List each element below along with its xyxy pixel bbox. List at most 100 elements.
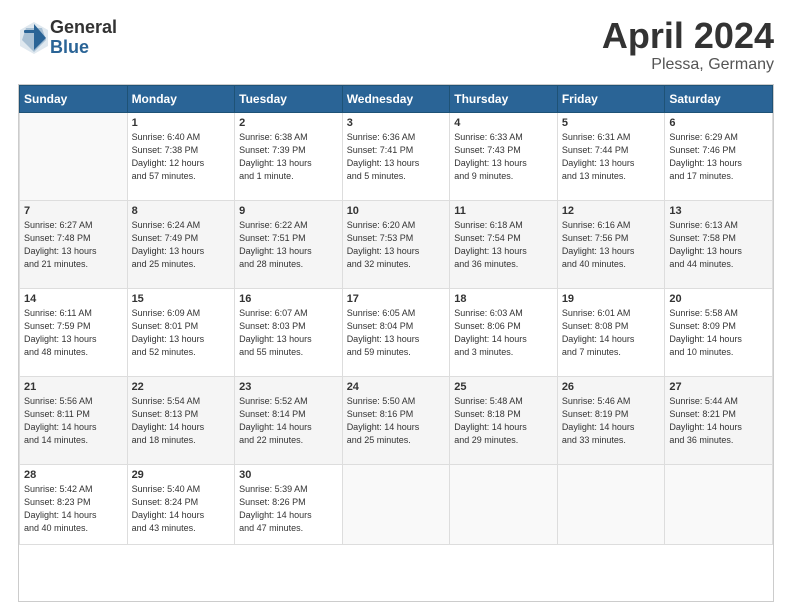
day-info: Sunrise: 6:33 AM Sunset: 7:43 PM Dayligh… [454, 131, 553, 183]
calendar-cell [450, 465, 558, 545]
day-info: Sunrise: 6:27 AM Sunset: 7:48 PM Dayligh… [24, 219, 123, 271]
calendar-cell: 25 Sunrise: 5:48 AM Sunset: 8:18 PM Dayli… [450, 377, 558, 465]
calendar-week-row: 28 Sunrise: 5:42 AM Sunset: 8:23 PM Dayli… [20, 465, 773, 545]
calendar-cell: 29 Sunrise: 5:40 AM Sunset: 8:24 PM Dayli… [127, 465, 235, 545]
calendar-cell: 10Sunrise: 6:20 AM Sunset: 7:53 PM Dayli… [342, 201, 450, 289]
day-number: 15 [132, 293, 231, 305]
calendar-cell: 1 Sunrise: 6:40 AM Sunset: 7:38 PM Daylig… [127, 113, 235, 201]
calendar-cell: 20Sunrise: 5:58 AM Sunset: 8:09 PM Dayli… [665, 289, 773, 377]
header-saturday: Saturday [665, 86, 773, 113]
logo-general-text: General [50, 18, 117, 38]
day-number: 13 [669, 205, 768, 217]
day-info: Sunrise: 5:50 AM Sunset: 8:16 PM Dayligh… [347, 395, 446, 447]
day-info: Sunrise: 5:48 AM Sunset: 8:18 PM Dayligh… [454, 395, 553, 447]
calendar-cell: 17 Sunrise: 6:05 AM Sunset: 8:04 PM Dayli… [342, 289, 450, 377]
logo-blue-text: Blue [50, 38, 117, 58]
day-info: Sunrise: 6:22 AM Sunset: 7:51 PM Dayligh… [239, 219, 338, 271]
calendar-week-row: 21Sunrise: 5:56 AM Sunset: 8:11 PM Dayli… [20, 377, 773, 465]
day-number: 9 [239, 205, 338, 217]
day-info: Sunrise: 5:46 AM Sunset: 8:19 PM Dayligh… [562, 395, 661, 447]
day-number: 29 [132, 469, 231, 481]
calendar-cell: 5 Sunrise: 6:31 AM Sunset: 7:44 PM Daylig… [557, 113, 665, 201]
day-number: 4 [454, 117, 553, 129]
day-number: 5 [562, 117, 661, 129]
calendar-cell: 4 Sunrise: 6:33 AM Sunset: 7:43 PM Daylig… [450, 113, 558, 201]
day-number: 1 [132, 117, 231, 129]
calendar-body: 1 Sunrise: 6:40 AM Sunset: 7:38 PM Daylig… [20, 113, 773, 545]
day-info: Sunrise: 6:18 AM Sunset: 7:54 PM Dayligh… [454, 219, 553, 271]
day-number: 19 [562, 293, 661, 305]
day-info: Sunrise: 6:20 AM Sunset: 7:53 PM Dayligh… [347, 219, 446, 271]
day-number: 14 [24, 293, 123, 305]
header-wednesday: Wednesday [342, 86, 450, 113]
day-info: Sunrise: 6:01 AM Sunset: 8:08 PM Dayligh… [562, 307, 661, 359]
calendar-header: Sunday Monday Tuesday Wednesday Thursday… [20, 86, 773, 113]
calendar-cell: 22 Sunrise: 5:54 AM Sunset: 8:13 PM Dayli… [127, 377, 235, 465]
calendar-cell [665, 465, 773, 545]
day-number: 12 [562, 205, 661, 217]
calendar-week-row: 14 Sunrise: 6:11 AM Sunset: 7:59 PM Dayli… [20, 289, 773, 377]
day-number: 21 [24, 381, 123, 393]
day-number: 2 [239, 117, 338, 129]
day-number: 24 [347, 381, 446, 393]
day-number: 8 [132, 205, 231, 217]
day-number: 27 [669, 381, 768, 393]
day-info: Sunrise: 5:52 AM Sunset: 8:14 PM Dayligh… [239, 395, 338, 447]
calendar-cell: 8Sunrise: 6:24 AM Sunset: 7:49 PM Daylig… [127, 201, 235, 289]
day-number: 7 [24, 205, 123, 217]
calendar-cell: 16 Sunrise: 6:07 AM Sunset: 8:03 PM Dayli… [235, 289, 343, 377]
calendar-cell: 14 Sunrise: 6:11 AM Sunset: 7:59 PM Dayli… [20, 289, 128, 377]
calendar-cell: 24 Sunrise: 5:50 AM Sunset: 8:16 PM Dayli… [342, 377, 450, 465]
day-info: Sunrise: 6:36 AM Sunset: 7:41 PM Dayligh… [347, 131, 446, 183]
day-info: Sunrise: 5:40 AM Sunset: 8:24 PM Dayligh… [132, 483, 231, 535]
header: General Blue April 2024 Plessa, Germany [18, 18, 774, 74]
calendar-cell: 27 Sunrise: 5:44 AM Sunset: 8:21 PM Dayli… [665, 377, 773, 465]
day-info: Sunrise: 6:05 AM Sunset: 8:04 PM Dayligh… [347, 307, 446, 359]
header-thursday: Thursday [450, 86, 558, 113]
logo: General Blue [18, 18, 117, 58]
day-number: 26 [562, 381, 661, 393]
day-number: 22 [132, 381, 231, 393]
calendar-cell: 13 Sunrise: 6:13 AM Sunset: 7:58 PM Dayli… [665, 201, 773, 289]
calendar-location: Plessa, Germany [602, 56, 774, 74]
calendar-cell: 23Sunrise: 5:52 AM Sunset: 8:14 PM Dayli… [235, 377, 343, 465]
day-number: 25 [454, 381, 553, 393]
title-block: April 2024 Plessa, Germany [602, 18, 774, 74]
logo-icon [18, 20, 50, 56]
calendar-cell: 6Sunrise: 6:29 AM Sunset: 7:46 PM Daylig… [665, 113, 773, 201]
calendar-cell: 26 Sunrise: 5:46 AM Sunset: 8:19 PM Dayli… [557, 377, 665, 465]
day-info: Sunrise: 5:58 AM Sunset: 8:09 PM Dayligh… [669, 307, 768, 359]
calendar-table: Sunday Monday Tuesday Wednesday Thursday… [19, 85, 773, 545]
day-info: Sunrise: 5:39 AM Sunset: 8:26 PM Dayligh… [239, 483, 338, 535]
day-number: 3 [347, 117, 446, 129]
calendar-cell: 7 Sunrise: 6:27 AM Sunset: 7:48 PM Daylig… [20, 201, 128, 289]
calendar-cell: 30Sunrise: 5:39 AM Sunset: 8:26 PM Dayli… [235, 465, 343, 545]
day-info: Sunrise: 5:42 AM Sunset: 8:23 PM Dayligh… [24, 483, 123, 535]
calendar-cell: 19 Sunrise: 6:01 AM Sunset: 8:08 PM Dayli… [557, 289, 665, 377]
day-info: Sunrise: 6:40 AM Sunset: 7:38 PM Dayligh… [132, 131, 231, 183]
calendar-cell: 3 Sunrise: 6:36 AM Sunset: 7:41 PM Daylig… [342, 113, 450, 201]
day-info: Sunrise: 6:29 AM Sunset: 7:46 PM Dayligh… [669, 131, 768, 183]
day-number: 11 [454, 205, 553, 217]
header-tuesday: Tuesday [235, 86, 343, 113]
day-number: 16 [239, 293, 338, 305]
day-info: Sunrise: 5:44 AM Sunset: 8:21 PM Dayligh… [669, 395, 768, 447]
day-info: Sunrise: 6:11 AM Sunset: 7:59 PM Dayligh… [24, 307, 123, 359]
calendar-cell: 15 Sunrise: 6:09 AM Sunset: 8:01 PM Dayli… [127, 289, 235, 377]
day-info: Sunrise: 6:09 AM Sunset: 8:01 PM Dayligh… [132, 307, 231, 359]
logo-text: General Blue [50, 18, 117, 58]
page: General Blue April 2024 Plessa, Germany … [0, 0, 792, 612]
calendar: Sunday Monday Tuesday Wednesday Thursday… [18, 84, 774, 602]
day-info: Sunrise: 6:13 AM Sunset: 7:58 PM Dayligh… [669, 219, 768, 271]
calendar-cell: 21Sunrise: 5:56 AM Sunset: 8:11 PM Dayli… [20, 377, 128, 465]
day-info: Sunrise: 5:54 AM Sunset: 8:13 PM Dayligh… [132, 395, 231, 447]
day-info: Sunrise: 6:31 AM Sunset: 7:44 PM Dayligh… [562, 131, 661, 183]
day-info: Sunrise: 6:16 AM Sunset: 7:56 PM Dayligh… [562, 219, 661, 271]
day-number: 28 [24, 469, 123, 481]
calendar-cell: 9 Sunrise: 6:22 AM Sunset: 7:51 PM Daylig… [235, 201, 343, 289]
day-info: Sunrise: 6:07 AM Sunset: 8:03 PM Dayligh… [239, 307, 338, 359]
calendar-cell [557, 465, 665, 545]
day-number: 17 [347, 293, 446, 305]
header-row: Sunday Monday Tuesday Wednesday Thursday… [20, 86, 773, 113]
calendar-cell: 18Sunrise: 6:03 AM Sunset: 8:06 PM Dayli… [450, 289, 558, 377]
